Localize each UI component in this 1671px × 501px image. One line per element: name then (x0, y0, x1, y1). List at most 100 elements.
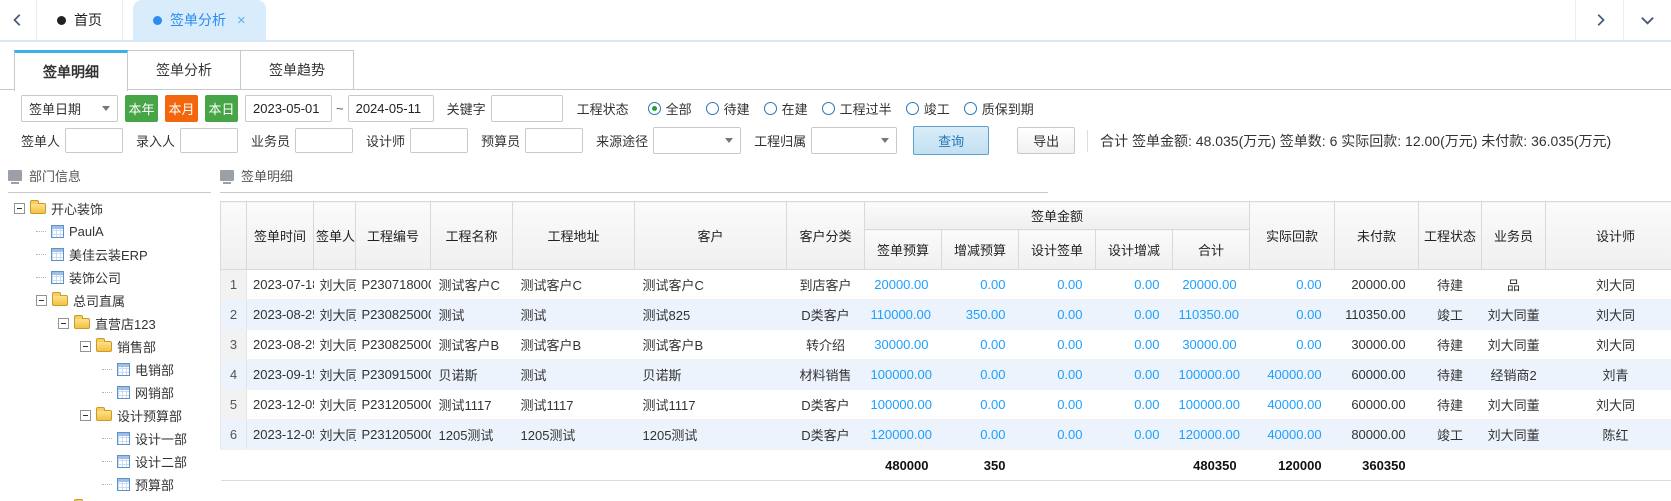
tab-sign-analysis[interactable]: 签单分析 × (133, 0, 266, 40)
status-radio-在建[interactable]: 在建 (764, 99, 808, 118)
nav-forward-button[interactable] (1575, 0, 1623, 40)
close-tab-icon[interactable]: × (237, 12, 246, 29)
tab-sign-trend[interactable]: 签单趋势 (240, 50, 354, 89)
cell[interactable]: 350.00 (942, 300, 1019, 330)
collapse-icon[interactable] (14, 203, 25, 214)
tree-node-装饰公司[interactable]: 装饰公司 (8, 266, 220, 289)
tree-node-预算部[interactable]: 预算部 (8, 473, 220, 496)
cell[interactable]: 20000.00 (1173, 270, 1250, 300)
cell[interactable]: 40000.00 (1250, 390, 1335, 420)
cell[interactable]: 0.00 (942, 270, 1019, 300)
cell[interactable]: 0.00 (942, 420, 1019, 450)
cell[interactable]: 100000.00 (865, 390, 942, 420)
keyword-input[interactable] (491, 95, 563, 122)
cell[interactable]: 0.00 (1019, 390, 1096, 420)
cell[interactable]: 110350.00 (1173, 300, 1250, 330)
table-row[interactable]: 62023-12-05刘大同P23120500051205测试1205测试120… (221, 420, 1671, 450)
collapse-icon[interactable] (58, 318, 69, 329)
cell[interactable]: 0.00 (1250, 330, 1335, 360)
cell[interactable]: 0.00 (1096, 300, 1173, 330)
column-header-业务员[interactable]: 业务员 (1482, 202, 1546, 270)
input-预算员[interactable] (525, 128, 583, 153)
cell[interactable]: 30000.00 (1173, 330, 1250, 360)
input-设计师[interactable] (410, 128, 468, 153)
column-header-index[interactable] (221, 202, 247, 270)
tree-node-销售部[interactable]: 销售部 (8, 335, 220, 358)
column-header-工程名称[interactable]: 工程名称 (431, 202, 513, 270)
column-header-工程状态[interactable]: 工程状态 (1419, 202, 1482, 270)
column-header-签单时间[interactable]: 签单时间 (247, 202, 314, 270)
column-header-客户[interactable]: 客户 (635, 202, 787, 270)
cell[interactable]: 0.00 (1250, 270, 1335, 300)
tree-node-网销部[interactable]: 网销部 (8, 381, 220, 404)
tree-node-电销部[interactable]: 电销部 (8, 358, 220, 381)
column-group-header[interactable]: 签单金额 (865, 202, 1250, 230)
collapse-icon[interactable] (36, 295, 47, 306)
tree-node-总司直属[interactable]: 总司直属 (8, 289, 220, 312)
column-header-实际回款[interactable]: 实际回款 (1250, 202, 1335, 270)
cell[interactable]: 20000.00 (865, 270, 942, 300)
input-录入人[interactable] (180, 128, 238, 153)
export-button[interactable]: 导出 (1017, 127, 1075, 154)
tab-list-dropdown-button[interactable] (1623, 0, 1671, 40)
collapse-icon[interactable] (80, 341, 91, 352)
nav-back-button[interactable] (0, 0, 36, 40)
cell[interactable]: 100000.00 (865, 360, 942, 390)
date-from-input[interactable] (245, 95, 332, 122)
cell[interactable]: 0.00 (1096, 420, 1173, 450)
tree-node-美佳云装ERP[interactable]: 美佳云装ERP (8, 243, 220, 266)
tree-node-设计一部[interactable]: 设计一部 (8, 427, 220, 450)
tab-sign-detail[interactable]: 签单明细 (14, 50, 128, 91)
cell[interactable]: 0.00 (1019, 420, 1096, 450)
query-button[interactable]: 查询 (913, 126, 989, 155)
this-year-button[interactable]: 本年 (125, 95, 158, 122)
column-header-签单预算[interactable]: 签单预算 (865, 230, 942, 270)
cell[interactable]: 0.00 (942, 360, 1019, 390)
table-row[interactable]: 12023-07-18刘大同P2307180002测试客户C测试客户C测试客户C… (221, 270, 1671, 300)
cell[interactable]: 0.00 (1096, 360, 1173, 390)
collapse-icon[interactable] (80, 410, 91, 421)
today-button[interactable]: 本日 (205, 95, 238, 122)
cell[interactable]: 40000.00 (1250, 360, 1335, 390)
cell[interactable]: 110000.00 (865, 300, 942, 330)
column-header-设计增减[interactable]: 设计增减 (1096, 230, 1173, 270)
status-radio-竣工[interactable]: 竣工 (906, 99, 950, 118)
table-row[interactable]: 52023-12-05刘大同P2312050002测试1117测试1117测试1… (221, 390, 1671, 420)
status-radio-质保到期[interactable]: 质保到期 (964, 99, 1034, 118)
cell[interactable]: 40000.00 (1250, 420, 1335, 450)
cell[interactable]: 0.00 (1019, 330, 1096, 360)
cell[interactable]: 0.00 (1019, 360, 1096, 390)
tree-node-设计预算部[interactable]: 设计预算部 (8, 404, 220, 427)
tree-node-直营店123[interactable]: 直营店123 (8, 312, 220, 335)
cell[interactable]: 100000.00 (1173, 390, 1250, 420)
column-header-未付款[interactable]: 未付款 (1335, 202, 1419, 270)
column-header-增减预算[interactable]: 增减预算 (942, 230, 1019, 270)
input-签单人[interactable] (65, 128, 123, 153)
table-row[interactable]: 22023-08-25刘大同P2308250003测试测试测试825D类客户11… (221, 300, 1671, 330)
tab-sign-analysis-sub[interactable]: 签单分析 (127, 50, 241, 89)
status-radio-工程过半[interactable]: 工程过半 (822, 99, 892, 118)
cell[interactable]: 0.00 (1096, 270, 1173, 300)
tree-node-高新区店888[interactable]: 高新区店888 (8, 496, 220, 501)
status-radio-全部[interactable]: 全部 (648, 99, 692, 118)
cell[interactable]: 0.00 (1250, 300, 1335, 330)
this-month-button[interactable]: 本月 (165, 95, 198, 122)
cell[interactable]: 120000.00 (865, 420, 942, 450)
tab-home[interactable]: 首页 (36, 0, 123, 40)
cell[interactable]: 0.00 (1096, 390, 1173, 420)
column-header-客户分类[interactable]: 客户分类 (787, 202, 865, 270)
cell[interactable]: 0.00 (1019, 270, 1096, 300)
tree-node-PaulA[interactable]: PaulA (8, 220, 220, 243)
column-header-合计[interactable]: 合计 (1173, 230, 1250, 270)
tree-node-设计二部[interactable]: 设计二部 (8, 450, 220, 473)
cell[interactable]: 0.00 (1019, 300, 1096, 330)
cell[interactable]: 30000.00 (865, 330, 942, 360)
column-header-签单人[interactable]: 签单人 (314, 202, 356, 270)
table-row[interactable]: 32023-08-25刘大同P2308250005测试客户B测试客户B测试客户B… (221, 330, 1671, 360)
column-header-工程地址[interactable]: 工程地址 (513, 202, 635, 270)
cell[interactable]: 100000.00 (1173, 360, 1250, 390)
cell[interactable]: 0.00 (942, 330, 1019, 360)
tree-node-开心装饰[interactable]: 开心装饰 (8, 197, 220, 220)
date-to-input[interactable] (348, 95, 434, 122)
cell[interactable]: 0.00 (1096, 330, 1173, 360)
